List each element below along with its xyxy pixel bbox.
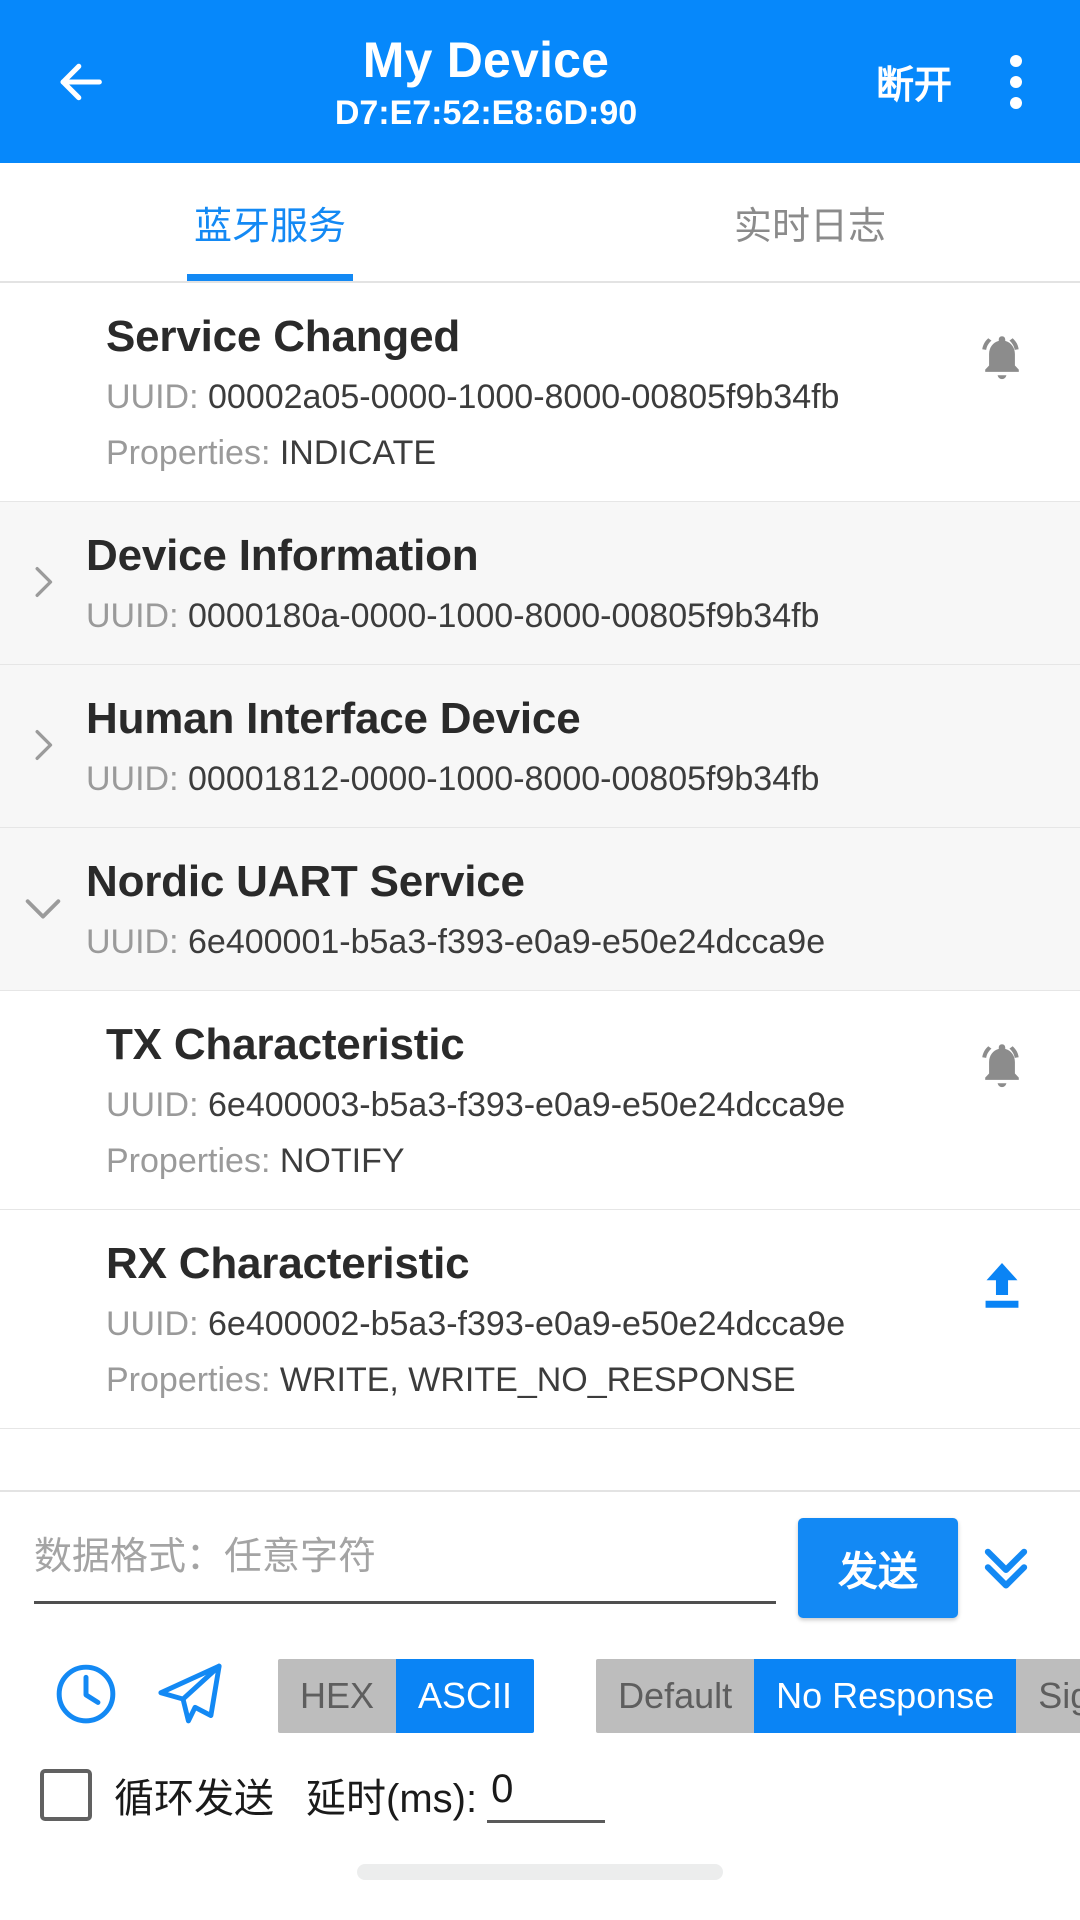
uuid-value: 00001812-0000-1000-8000-00805f9b34fb: [188, 760, 820, 798]
item-properties: Properties: NOTIFY: [106, 1137, 1060, 1185]
list-item[interactable]: RX Characteristic UUID: 6e400002-b5a3-f3…: [0, 1210, 1080, 1429]
quick-send-button[interactable]: [138, 1648, 242, 1744]
tab-realtime-log[interactable]: 实时日志: [540, 163, 1080, 281]
properties-value: NOTIFY: [279, 1142, 405, 1180]
dot: [1010, 54, 1022, 67]
properties-value: WRITE, WRITE_NO_RESPONSE: [279, 1361, 796, 1399]
item-uuid: UUID: 00001812-0000-1000-8000-00805f9b34…: [86, 755, 1060, 803]
uuid-label: UUID:: [86, 760, 188, 798]
send-row: 发送: [0, 1492, 1080, 1630]
item-title: Service Changed: [106, 312, 461, 361]
item-uuid: UUID: 6e400003-b5a3-f393-e0a9-e50e24dcca…: [106, 1081, 1060, 1129]
notifications-active-bell-icon: [971, 328, 1033, 395]
loop-send-row: 循环发送 延时(ms):: [0, 1752, 1080, 1824]
properties-label: Properties:: [106, 1361, 280, 1399]
notify-toggle-button[interactable]: [966, 325, 1038, 397]
item-properties: Properties: INDICATE: [106, 429, 1060, 477]
chevron-right-icon: [0, 528, 86, 610]
tab-label: 蓝牙服务: [193, 205, 346, 248]
tab-label: 实时日志: [733, 205, 886, 248]
device-address: D7:E7:52:E8:6D:90: [334, 93, 638, 132]
dot: [1010, 75, 1022, 88]
app-bar-titles: My Device D7:E7:52:E8:6D:90: [112, 30, 860, 134]
uuid-label: UUID:: [86, 923, 188, 961]
delay-input[interactable]: [487, 1767, 606, 1823]
uuid-value: 0000180a-0000-1000-8000-00805f9b34fb: [188, 597, 820, 635]
tab-bluetooth-services[interactable]: 蓝牙服务: [0, 163, 540, 281]
uuid-label: UUID:: [86, 597, 188, 635]
properties-value: INDICATE: [279, 434, 437, 472]
list-item[interactable]: TX Characteristic UUID: 6e400003-b5a3-f3…: [0, 991, 1080, 1210]
data-input[interactable]: [34, 1518, 776, 1604]
arrow-left-icon: [51, 53, 109, 111]
chevron-down-icon: [0, 854, 86, 936]
format-toggle-group: HEX ASCII: [278, 1659, 535, 1733]
write-mode-no-response[interactable]: No Response: [754, 1659, 1017, 1733]
home-gesture-pill[interactable]: [357, 1864, 723, 1880]
composer-panel: 发送: [0, 1490, 1080, 1824]
double-chevron-down-icon: [975, 1535, 1037, 1602]
item-uuid: UUID: 00002a05-0000-1000-8000-00805f9b34…: [106, 373, 1060, 421]
loop-send-checkbox[interactable]: [40, 1769, 92, 1821]
item-title: Nordic UART Service: [86, 857, 525, 906]
properties-label: Properties:: [106, 1142, 280, 1180]
disconnect-button[interactable]: 断开: [860, 44, 968, 119]
tool-row: HEX ASCII Default No Response Signed: [0, 1630, 1080, 1752]
item-title: Human Interface Device: [86, 694, 581, 743]
uuid-value: 00002a05-0000-1000-8000-00805f9b34fb: [208, 378, 840, 416]
page-title: My Device: [362, 31, 610, 88]
properties-label: Properties:: [106, 434, 280, 472]
history-button[interactable]: [34, 1648, 138, 1744]
tab-bar: 蓝牙服务 实时日志: [0, 163, 1080, 283]
item-title: RX Characteristic: [106, 1239, 470, 1288]
dot: [1010, 96, 1022, 109]
write-mode-toggle-group: Default No Response Signed: [596, 1659, 1080, 1733]
list-item[interactable]: Human Interface Device UUID: 00001812-00…: [0, 665, 1080, 828]
expand-panel-button[interactable]: [958, 1518, 1054, 1618]
item-uuid: UUID: 6e400001-b5a3-f393-e0a9-e50e24dcca…: [86, 918, 1060, 966]
write-button[interactable]: [966, 1252, 1038, 1324]
item-uuid: UUID: 0000180a-0000-1000-8000-00805f9b34…: [86, 592, 1060, 640]
back-button[interactable]: [38, 40, 122, 124]
send-button[interactable]: 发送: [798, 1518, 958, 1618]
uuid-value: 6e400003-b5a3-f393-e0a9-e50e24dcca9e: [208, 1086, 846, 1124]
item-title: Device Information: [86, 531, 479, 580]
paper-plane-icon: [152, 1656, 228, 1737]
item-title: TX Characteristic: [106, 1020, 465, 1069]
chevron-right-icon: [0, 691, 86, 773]
delay-label: 延时(ms):: [306, 1777, 478, 1821]
notify-toggle-button[interactable]: [966, 1033, 1038, 1105]
write-mode-default[interactable]: Default: [596, 1659, 755, 1733]
uuid-label: UUID:: [106, 1305, 208, 1343]
item-uuid: UUID: 6e400002-b5a3-f393-e0a9-e50e24dcca…: [106, 1300, 1060, 1348]
uuid-value: 6e400001-b5a3-f393-e0a9-e50e24dcca9e: [188, 923, 826, 961]
loop-send-label: 循环发送: [114, 1777, 274, 1821]
item-properties: Properties: WRITE, WRITE_NO_RESPONSE: [106, 1356, 1060, 1404]
app-screen: My Device D7:E7:52:E8:6D:90 断开 蓝牙服务 实时日志…: [0, 0, 1080, 1920]
format-option-hex[interactable]: HEX: [278, 1659, 397, 1733]
write-mode-signed[interactable]: Signed: [1016, 1659, 1080, 1733]
data-input-wrapper: [34, 1518, 798, 1604]
more-vertical-icon[interactable]: [980, 40, 1052, 124]
system-navigation-bar: [0, 1824, 1080, 1920]
list-item[interactable]: Service Changed UUID: 00002a05-0000-1000…: [0, 283, 1080, 502]
uuid-value: 6e400002-b5a3-f393-e0a9-e50e24dcca9e: [208, 1305, 846, 1343]
format-option-ascii[interactable]: ASCII: [396, 1659, 535, 1733]
uuid-label: UUID:: [106, 378, 208, 416]
clock-icon: [51, 1659, 121, 1734]
list-item[interactable]: Device Information UUID: 0000180a-0000-1…: [0, 502, 1080, 665]
notifications-active-bell-icon: [971, 1036, 1033, 1103]
app-bar: My Device D7:E7:52:E8:6D:90 断开: [0, 0, 1080, 163]
list-item[interactable]: Nordic UART Service UUID: 6e400001-b5a3-…: [0, 828, 1080, 991]
uuid-label: UUID:: [106, 1086, 208, 1124]
upload-arrow-icon: [973, 1257, 1031, 1320]
service-list: Service Changed UUID: 00002a05-0000-1000…: [0, 283, 1080, 1490]
